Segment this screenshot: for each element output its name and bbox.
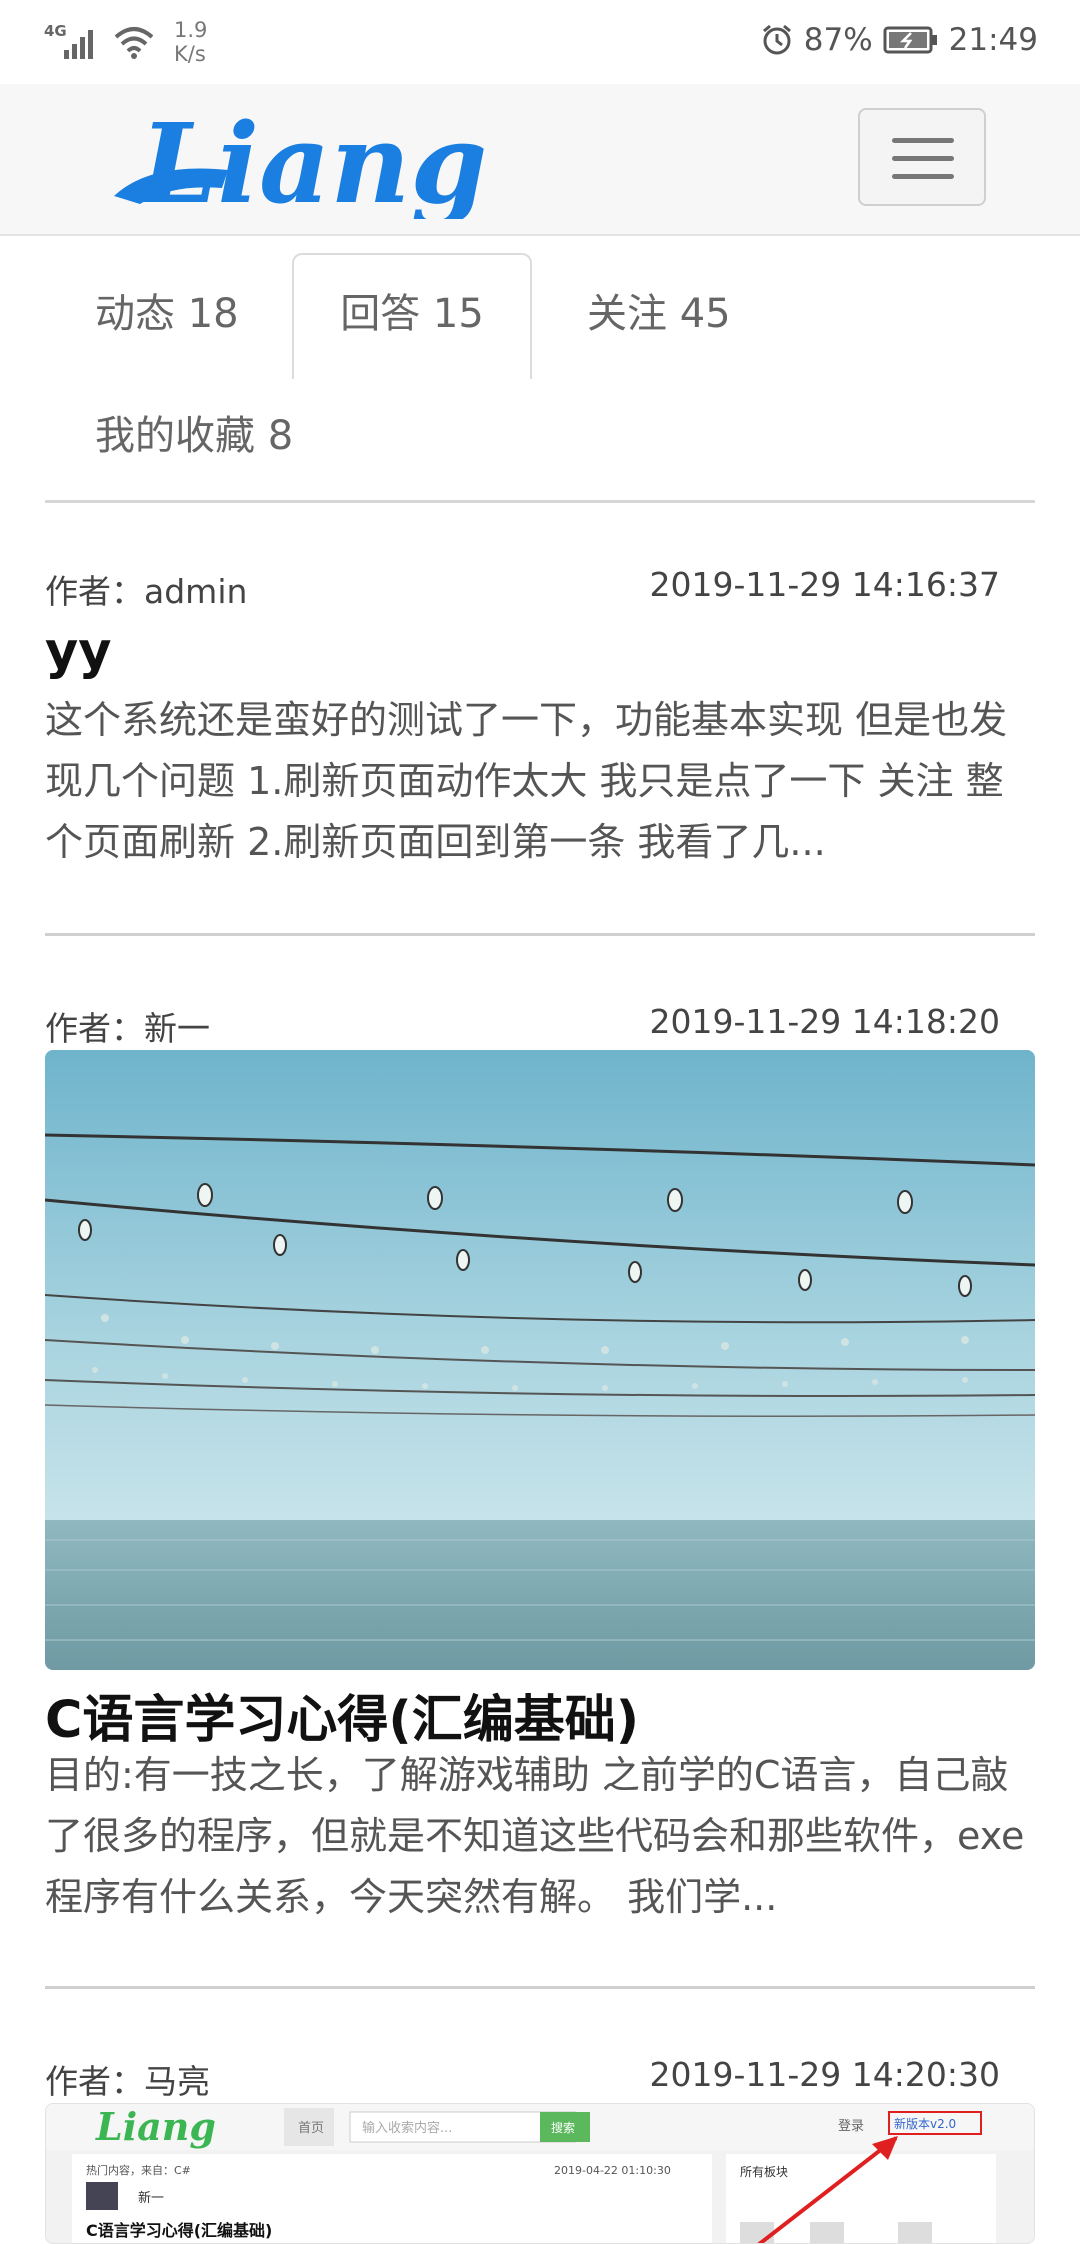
tab-activity[interactable]: 动态 18 bbox=[95, 289, 239, 339]
menu-toggle-button[interactable] bbox=[858, 108, 986, 206]
post-screenshot-image[interactable]: Liang 首页 输入收索内容... 搜索 登录 新版本v2.0 热门内容，来自… bbox=[45, 2103, 1035, 2244]
speed-unit: K/s bbox=[174, 42, 206, 66]
thumb-search-button: 搜索 bbox=[551, 2120, 575, 2135]
post-meta: 作者：新一 2019-11-29 14:18:20 bbox=[45, 1002, 1000, 1050]
speed-value: 1.9 bbox=[174, 18, 208, 42]
tabs-divider bbox=[45, 500, 1035, 503]
battery-percent: 87% bbox=[803, 22, 873, 58]
battery-charging-icon bbox=[883, 26, 937, 54]
post-cover-image[interactable] bbox=[45, 1050, 1035, 1670]
liang-logo[interactable]: Liang bbox=[110, 104, 670, 219]
post-author[interactable]: 作者：admin bbox=[45, 565, 247, 613]
thumb-side-title: 所有板块 bbox=[740, 2165, 788, 2179]
thumb-new-version: 新版本v2.0 bbox=[894, 2116, 956, 2131]
tab-favorites[interactable]: 我的收藏 8 bbox=[95, 411, 293, 461]
cellular-signal-icon: 4G bbox=[44, 22, 100, 62]
wifi-icon bbox=[114, 27, 154, 59]
tab-answers[interactable]: 回答 15 bbox=[292, 253, 532, 379]
post-excerpt[interactable]: 这个系统还是蛮好的测试了一下，功能基本实现 但是也发现几个问题 1.刷新页面动作… bbox=[45, 690, 1035, 873]
post-author[interactable]: 作者：新一 bbox=[45, 1002, 210, 1050]
navbar: Liang bbox=[0, 84, 1080, 236]
post-excerpt[interactable]: 目的:有一技之长，了解游戏辅助 之前学的C语言，自己敲了很多的程序，但就是不知道… bbox=[45, 1745, 1035, 1928]
post-time: 2019-11-29 14:18:20 bbox=[649, 1002, 1000, 1041]
thumb-login: 登录 bbox=[838, 2119, 864, 2134]
hamburger-line-3 bbox=[892, 174, 954, 179]
thumb-nav-home: 首页 bbox=[298, 2121, 324, 2136]
network-type: 4G bbox=[44, 22, 67, 40]
clock: 21:49 bbox=[948, 22, 1038, 58]
thumb-article-title: C语言学习心得(汇编基础) bbox=[86, 2221, 272, 2240]
tab-following[interactable]: 关注 45 bbox=[587, 289, 731, 339]
network-speed: 1.9 K/s bbox=[174, 18, 207, 66]
post-title[interactable]: C语言学习心得(汇编基础) bbox=[45, 1678, 639, 1752]
status-bar: 4G 1.9 K/s 87% 21:49 bbox=[0, 0, 1080, 84]
thumb-logo: Liang bbox=[95, 2104, 216, 2149]
hamburger-line-2 bbox=[892, 156, 954, 161]
post-time: 2019-11-29 14:16:37 bbox=[649, 565, 1000, 604]
thumb-search-placeholder: 输入收索内容... bbox=[362, 2120, 452, 2136]
alarm-icon bbox=[762, 24, 791, 55]
post-time: 2019-11-29 14:20:30 bbox=[649, 2055, 1000, 2094]
profile-tabs: 动态 18 回答 15 关注 45 我的收藏 8 bbox=[0, 253, 1080, 503]
post-title[interactable]: yy bbox=[45, 622, 112, 681]
thumb-hot-time: 2019-04-22 01:10:30 bbox=[554, 2164, 671, 2177]
hamburger-line-1 bbox=[892, 138, 954, 143]
thumb-hot-label: 热门内容，来自：C# bbox=[86, 2163, 191, 2177]
post-divider bbox=[45, 1986, 1035, 1989]
thumb-user: 新一 bbox=[138, 2190, 164, 2206]
post-meta: 作者：admin 2019-11-29 14:16:37 bbox=[45, 565, 1000, 613]
post-author[interactable]: 作者：马亮 bbox=[45, 2055, 210, 2103]
post-divider bbox=[45, 933, 1035, 936]
post-meta: 作者：马亮 2019-11-29 14:20:30 bbox=[45, 2055, 1000, 2103]
logo-text: Liang bbox=[137, 104, 487, 219]
